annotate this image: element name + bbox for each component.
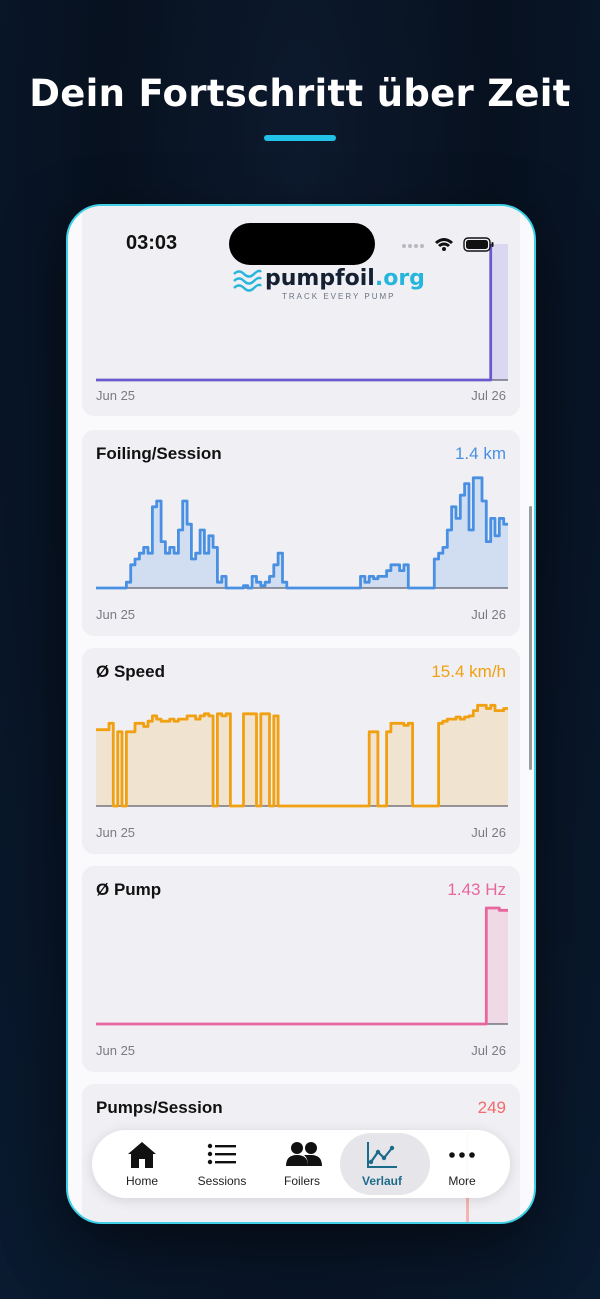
tab-sessions[interactable]: Sessions (182, 1130, 262, 1198)
tab-bar: Home Sessions Foilers Verlauf More (92, 1130, 510, 1198)
tab-label: Home (125, 1174, 158, 1188)
tab-home[interactable]: Home (102, 1130, 182, 1198)
x-axis-start: Jun 25 (96, 1043, 136, 1058)
chart-value: 249 (477, 1098, 506, 1117)
tab-foilers[interactable]: Foilers (262, 1130, 342, 1198)
house-icon (128, 1142, 156, 1168)
tab-label: Foilers (283, 1174, 320, 1188)
people-icon (286, 1142, 322, 1166)
ellipsis-icon (449, 1152, 475, 1158)
tab-label: More (448, 1174, 476, 1188)
chart-series-line (96, 906, 508, 1026)
chart-area (96, 908, 508, 1024)
chart-value: 1.43 Hz (447, 880, 506, 899)
chart-title: Ø Speed (96, 662, 165, 681)
list-icon (207, 1143, 236, 1165)
status-time: 03:03 (126, 232, 178, 254)
chart-card-pump: Ø Pump 1.43 Hz Jun 25 Jul 26 (82, 866, 520, 1072)
x-axis-end: Jul 26 (471, 388, 506, 403)
chart-pump (96, 906, 508, 1026)
chart-title: Pumps/Session (96, 1098, 223, 1117)
headline-underline (264, 135, 336, 141)
x-axis-start: Jun 25 (96, 825, 136, 840)
dynamic-island (229, 223, 375, 265)
chart-value: 15.4 km/h (431, 662, 506, 681)
x-axis-start: Jun 25 (96, 388, 136, 403)
tab-verlauf[interactable]: Verlauf (340, 1130, 430, 1198)
tab-label: Verlauf (361, 1174, 403, 1188)
x-axis-start: Jun 25 (96, 607, 136, 622)
app-screen: pumpfoil.org TRACK EVERY PUMP Jun 25 Jul… (68, 206, 534, 1222)
scrollbar[interactable] (529, 506, 532, 770)
status-icons (402, 237, 494, 252)
chart-icon (367, 1142, 397, 1168)
phone-frame: pumpfoil.org TRACK EVERY PUMP Jun 25 Jul… (66, 204, 536, 1224)
signal-icon (402, 244, 424, 248)
tab-more[interactable]: More (422, 1130, 502, 1198)
tab-label: Sessions (197, 1174, 247, 1188)
x-axis-end: Jul 26 (471, 1043, 506, 1058)
wifi-icon (435, 238, 453, 251)
headline: Dein Fortschritt über Zeit (29, 72, 571, 115)
x-axis-end: Jul 26 (471, 607, 506, 622)
x-axis-end: Jul 26 (471, 825, 506, 840)
chart-speed (96, 703, 508, 808)
chart-card-speed: Ø Speed 15.4 km/h Jun 25 Jul 26 (82, 648, 520, 854)
chart-card-foiling: Foiling/Session 1.4 km Jun 25 Jul 26 (82, 430, 520, 636)
chart-top (96, 244, 508, 382)
chart-title: Ø Pump (96, 880, 162, 899)
chart-foiling (96, 476, 508, 590)
chart-value: 1.4 km (454, 444, 506, 463)
battery-icon (463, 237, 494, 252)
chart-title: Foiling/Session (96, 444, 222, 463)
